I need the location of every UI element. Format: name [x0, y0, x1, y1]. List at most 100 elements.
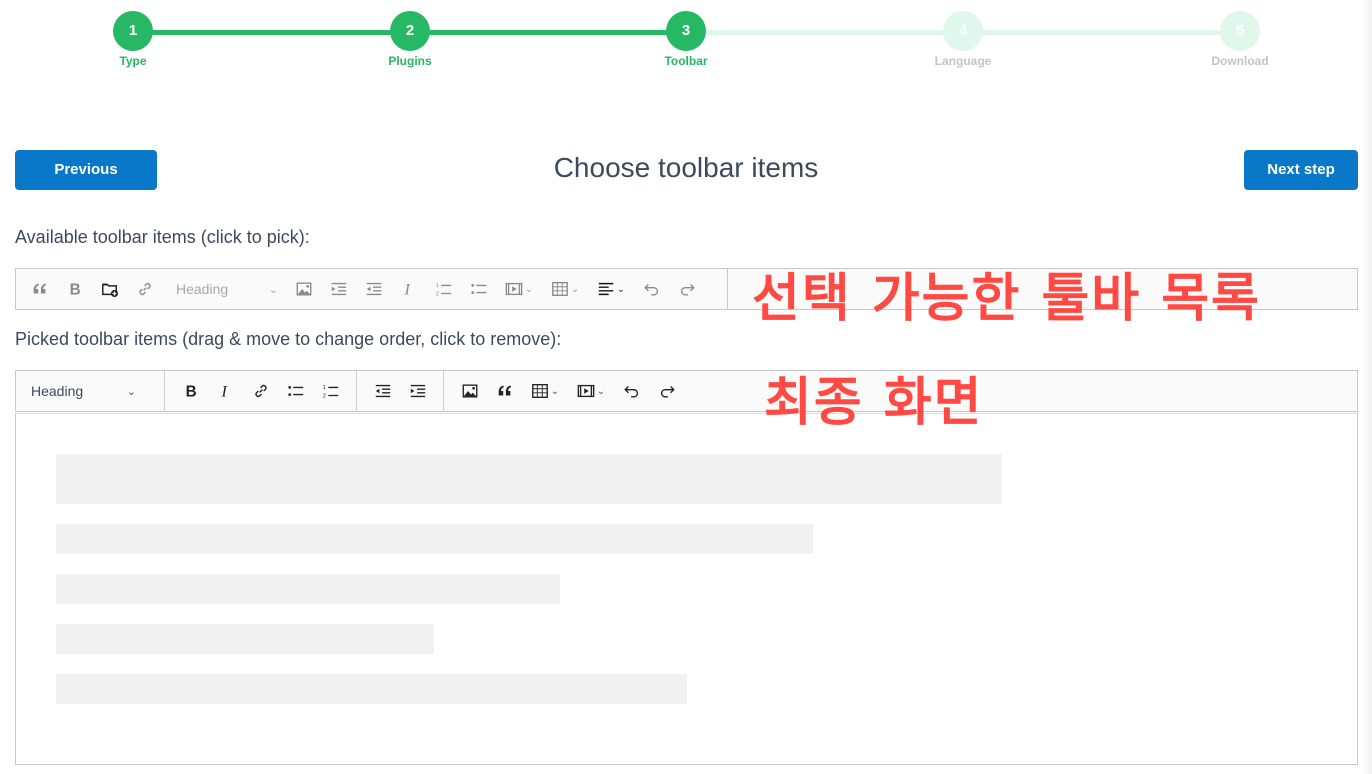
outdent-icon [366, 282, 381, 296]
undo-item[interactable] [634, 275, 669, 303]
redo-button[interactable] [649, 377, 684, 405]
link-icon [254, 384, 267, 398]
numbered-list-icon: 12 [322, 385, 338, 399]
bold-icon: B [69, 281, 80, 298]
available-items-label: Available toolbar items (click to pick): [15, 227, 310, 247]
chevron-down-icon: ⌄ [596, 385, 606, 397]
placeholder-text-line [56, 574, 560, 604]
svg-text:I: I [403, 280, 411, 298]
chevron-down-icon: ⌄ [570, 283, 580, 295]
placeholder-text-line [56, 674, 687, 704]
chevron-down-icon: ⌄ [616, 283, 626, 295]
step-language[interactable]: 4 Language [903, 11, 1023, 68]
step-label: Toolbar [664, 54, 708, 68]
image-icon [462, 384, 477, 398]
numbered-list-button[interactable]: 12 [313, 377, 348, 405]
ckfinder-item[interactable] [92, 275, 127, 303]
svg-text:B: B [185, 383, 196, 400]
undo-icon [623, 386, 638, 398]
placeholder-heading-line [56, 454, 1002, 504]
redo-item[interactable] [669, 275, 704, 303]
numbered-list-icon: 12 [435, 283, 451, 297]
bulleted-list-button[interactable] [278, 377, 313, 405]
italic-icon: I [403, 280, 411, 298]
heading-dropdown[interactable]: Heading ⌄ [16, 377, 156, 405]
svg-text:1: 1 [435, 283, 438, 289]
media-embed-button[interactable]: ⌄ [568, 377, 614, 405]
italic-item[interactable]: I [391, 275, 426, 303]
block-quote-button[interactable] [487, 377, 522, 405]
picked-toolbar: Heading ⌄ B I 12 ⌄ ⌄ [15, 370, 1358, 412]
outdent-icon [375, 384, 390, 398]
chevron-down-icon: ⌄ [524, 283, 534, 295]
indent-icon [331, 282, 346, 296]
svg-text:B: B [69, 281, 80, 298]
image-upload-button[interactable] [452, 377, 487, 405]
italic-button[interactable]: I [208, 377, 243, 405]
indent-item[interactable] [321, 275, 356, 303]
indent-icon [410, 384, 425, 398]
next-step-button[interactable]: Next step [1244, 150, 1358, 190]
italic-icon: I [220, 382, 228, 400]
redo-icon [660, 386, 675, 398]
bold-icon: B [185, 383, 196, 400]
image-upload-item[interactable] [286, 275, 321, 303]
scrollbar-track [1362, 0, 1372, 774]
previous-step-button[interactable]: Previous step [15, 150, 157, 218]
svg-text:I: I [220, 382, 228, 400]
align-left-icon [598, 282, 613, 296]
media-icon [505, 282, 523, 296]
chevron-down-icon: ⌄ [126, 385, 136, 398]
table-icon [531, 384, 548, 398]
media-icon [577, 384, 595, 398]
picked-items-label: Picked toolbar items (drag & move to cha… [15, 329, 562, 349]
redo-icon [680, 284, 695, 296]
step-number: 2 [390, 11, 430, 51]
step-label: Download [1211, 54, 1269, 68]
insert-table-button[interactable]: ⌄ [522, 377, 568, 405]
step-label: Type [119, 54, 147, 68]
step-toolbar[interactable]: 3 Toolbar [626, 11, 746, 68]
table-icon [551, 282, 568, 296]
link-item[interactable] [127, 275, 162, 303]
undo-button[interactable] [614, 377, 649, 405]
block-quote-item[interactable] [22, 275, 57, 303]
bulleted-list-icon [470, 284, 486, 294]
chevron-down-icon: ⌄ [550, 385, 560, 397]
undo-icon [643, 284, 658, 296]
svg-text:2: 2 [435, 291, 438, 297]
editor-preview-area[interactable] [15, 413, 1358, 765]
link-button[interactable] [243, 377, 278, 405]
annotation-available-toolbar: 선택 가능한 툴바 목록 [752, 269, 1261, 329]
step-number: 3 [666, 11, 706, 51]
step-type[interactable]: 1 Type [73, 11, 193, 68]
placeholder-text-line [56, 524, 813, 554]
step-download[interactable]: 5 Download [1180, 11, 1300, 68]
quote-icon [33, 283, 46, 294]
bulleted-list-icon [287, 386, 303, 396]
quote-icon [498, 385, 511, 396]
page-title: Choose toolbar items [553, 152, 819, 183]
bold-button[interactable]: B [173, 377, 208, 405]
svg-text:2: 2 [322, 393, 325, 399]
step-label: Plugins [388, 54, 432, 68]
chevron-down-icon: ⌄ [268, 283, 278, 296]
link-icon [138, 282, 151, 296]
media-embed-item[interactable]: ⌄ [496, 275, 542, 303]
folder-add-icon [101, 283, 118, 298]
svg-text:1: 1 [322, 385, 325, 391]
heading-value: Heading [176, 281, 229, 297]
indent-button[interactable] [400, 377, 435, 405]
wizard-stepper: 1 Type 2 Plugins 3 Toolbar 4 Language 5 … [0, 0, 1372, 80]
outdent-item[interactable] [356, 275, 391, 303]
outdent-button[interactable] [365, 377, 400, 405]
numbered-list-item[interactable]: 12 [426, 275, 461, 303]
alignment-item[interactable]: ⌄ [588, 275, 634, 303]
placeholder-text-line [56, 624, 434, 654]
insert-table-item[interactable]: ⌄ [542, 275, 588, 303]
heading-dropdown-item[interactable]: Heading ⌄ [162, 275, 286, 303]
bold-item[interactable]: B [57, 275, 92, 303]
step-plugins[interactable]: 2 Plugins [350, 11, 470, 68]
annotation-final-screen: 최종 화면 [764, 373, 984, 433]
bulleted-list-item[interactable] [461, 275, 496, 303]
